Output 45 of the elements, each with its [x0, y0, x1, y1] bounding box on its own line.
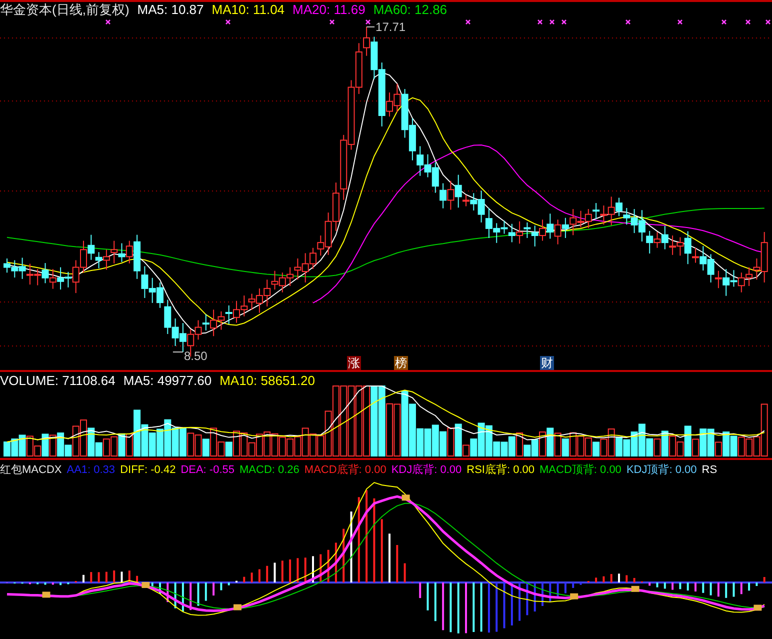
indicator-value: KDJ底背: 0.00 [391, 462, 462, 478]
indicator-value: MA5: 49977.60 [123, 373, 212, 389]
cross-marker-icon [549, 19, 555, 25]
cross-marker-icon [721, 19, 727, 25]
indicator-value: DEA: -0.55 [180, 463, 234, 478]
cross-marker-icon [745, 19, 751, 25]
chart-title: 华金资本(日线,前复权) [0, 2, 130, 18]
indicator-value: MA10: 58651.20 [220, 373, 315, 389]
cross-marker-icon [105, 19, 111, 25]
cross-marker-icon [365, 19, 371, 25]
cross-marker-icon [329, 19, 335, 25]
low-price-label: 8.50 [184, 349, 208, 363]
signal-badge: 财 [540, 356, 554, 370]
marker-icon [42, 592, 50, 598]
indicator-value: KDJ顶背: 0.00 [626, 462, 697, 478]
cross-marker-icon [225, 19, 231, 25]
signal-badge: 榜 [394, 356, 408, 370]
marker-icon [402, 494, 410, 501]
indicator-value: DIFF: -0.42 [120, 463, 176, 478]
marker-icon [570, 593, 578, 600]
indicator-value: MA20: 11.69 [292, 2, 366, 18]
marker-icon [754, 604, 762, 611]
indicator-value: MACD顶背: 0.00 [540, 462, 622, 478]
indicator-value: MA10: 11.04 [212, 2, 285, 18]
indicator-value: MACD底背: 0.00 [304, 462, 386, 478]
indicator-value: RSI底背: 0.00 [466, 462, 535, 478]
cross-marker-icon [765, 19, 771, 25]
indicator-value: AA1: 0.33 [66, 463, 116, 478]
signal-badge: 涨 [347, 356, 361, 370]
indicator-value: RS [702, 463, 718, 478]
chart-title: 红包MACDX [0, 463, 62, 478]
leader-line [366, 26, 376, 28]
cross-marker-icon [537, 19, 543, 25]
cross-marker-icon [465, 19, 471, 25]
marker-icon [142, 582, 150, 588]
high-price-label: 17.71 [376, 20, 406, 34]
indicator-value: VOLUME: 71108.64 [0, 373, 116, 389]
marker-icon [631, 586, 640, 592]
cross-marker-icon [677, 19, 683, 25]
indicator-value: MA5: 10.87 [137, 2, 204, 18]
cross-marker-icon [561, 19, 567, 25]
indicator-value: MA60: 12.86 [373, 2, 448, 18]
marker-icon [234, 604, 242, 610]
cross-marker-icon [625, 19, 631, 25]
indicator-value: MACD: 0.26 [240, 463, 300, 478]
